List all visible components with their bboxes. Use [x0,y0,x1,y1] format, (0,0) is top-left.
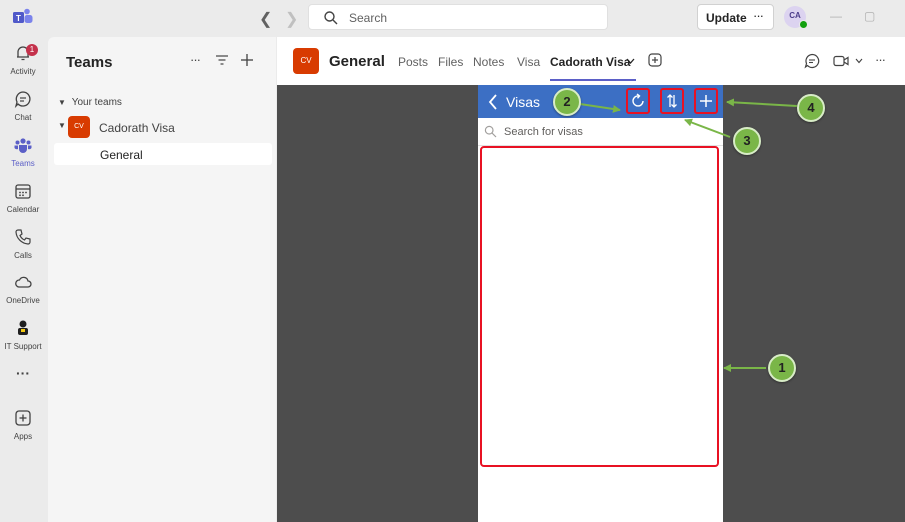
your-teams-section[interactable]: ▼ Your teams [58,97,122,108]
channel-header: CV General Posts Files Notes Visa Cadora… [277,37,905,85]
callout-1: 1 [768,354,796,382]
global-search-input[interactable]: Search [308,4,608,30]
rail-label: OneDrive [6,296,40,305]
tab-posts[interactable]: Posts [398,55,428,69]
refresh-icon [632,93,644,107]
add-visa-button[interactable] [694,88,718,114]
callout-2: 2 [553,88,581,116]
rail-item-calls[interactable]: Calls [0,225,48,269]
sort-button[interactable] [660,88,684,114]
profile-initials: CA [789,11,801,20]
channel-avatar: CV [293,48,319,74]
team-item-cadorath-visa[interactable]: ▼ CV Cadorath Visa [58,115,268,139]
filter-icon[interactable] [215,54,229,66]
add-tab-icon[interactable] [648,53,662,67]
rail-item-chat[interactable]: Chat [0,87,48,131]
more-options-icon[interactable]: ··· [753,8,764,23]
app-header: Visas [478,85,723,118]
rail-item-it-support[interactable]: IT Support [0,316,48,360]
channel-name: General [100,148,143,162]
conversation-icon[interactable] [804,53,820,69]
presence-available-icon [799,20,808,29]
more-options-icon[interactable]: ··· [875,52,886,67]
cloud-icon [15,276,32,288]
rail-item-apps[interactable]: Apps [0,406,48,450]
visa-app-canvas: Visas Search for visas [478,85,723,522]
team-avatar: CV [68,116,90,138]
more-icon: ··· [16,365,30,381]
apps-icon [15,410,31,426]
sort-icon [667,94,677,108]
rail-label: Calls [14,251,32,260]
rail-label: Chat [14,113,32,122]
app-rail: 1 Activity Chat Teams Calendar Calls One… [0,37,48,522]
callout-3: 3 [733,127,761,155]
search-placeholder: Search for visas [504,126,583,138]
tab-visa[interactable]: Visa [517,55,540,69]
team-name: Cadorath Visa [99,121,175,135]
rail-label: IT Support [4,342,42,351]
tab-cadorath-visa[interactable]: Cadorath Visa [550,55,630,69]
search-icon [324,11,338,25]
svg-text:T: T [16,14,21,23]
plus-icon [700,95,712,107]
visa-search-input[interactable]: Search for visas [478,118,723,146]
rail-label: Apps [13,432,33,441]
teams-logo-icon: T [13,8,33,23]
add-icon[interactable] [240,53,254,67]
tab-notes[interactable]: Notes [473,55,504,69]
rail-label: Activity [10,67,36,76]
tab-files[interactable]: Files [438,55,463,69]
chevron-down-icon[interactable] [626,57,635,65]
search-placeholder: Search [349,11,388,25]
rail-item-teams[interactable]: Teams [0,133,48,177]
callout-4: 4 [797,94,825,122]
refresh-button[interactable] [626,88,650,114]
back-arrow-icon[interactable]: ❮ [259,9,272,29]
app-title: Visas [506,94,540,110]
rail-item-calendar[interactable]: Calendar [0,179,48,223]
rail-item-activity[interactable]: 1 Activity [0,41,48,85]
it-support-icon [18,320,28,335]
channel-title: General [329,53,385,70]
profile-avatar[interactable]: CA [784,6,808,29]
teams-window: T ❮ ❯ Search Update ··· CA — ▢ 1 Activit… [0,0,905,522]
title-bar: T ❮ ❯ Search Update ··· CA — ▢ [0,0,905,37]
section-label: Your teams [71,97,122,108]
calendar-icon [15,184,31,199]
chat-icon [14,91,31,108]
panel-title: Teams [66,54,113,71]
forward-arrow-icon[interactable]: ❯ [285,9,298,29]
chevron-down-icon[interactable] [855,58,863,64]
search-icon [484,125,497,138]
rail-label: Teams [11,159,35,168]
back-chevron-icon[interactable] [488,94,498,110]
teams-icon [14,138,32,153]
phone-icon [15,229,31,245]
rail-item-more[interactable]: ··· [0,363,48,407]
rail-label: Calendar [6,205,40,214]
channel-item-general[interactable]: General [54,143,272,165]
update-label: Update [706,11,747,25]
video-camera-icon[interactable] [833,54,849,68]
active-tab-indicator [550,79,636,81]
activity-badge: 1 [26,44,38,56]
caret-down-icon: ▼ [58,121,66,130]
maximize-icon[interactable]: ▢ [864,9,875,23]
more-options-icon[interactable]: ··· [190,52,201,67]
teams-panel: Teams ··· ▼ Your teams ▼ CV Cadorath Vis… [48,37,276,522]
caret-down-icon: ▼ [58,98,66,107]
visa-gallery[interactable] [480,146,719,467]
minimize-icon[interactable]: — [830,9,842,23]
update-button[interactable]: Update ··· [697,4,774,30]
rail-item-onedrive[interactable]: OneDrive [0,270,48,314]
